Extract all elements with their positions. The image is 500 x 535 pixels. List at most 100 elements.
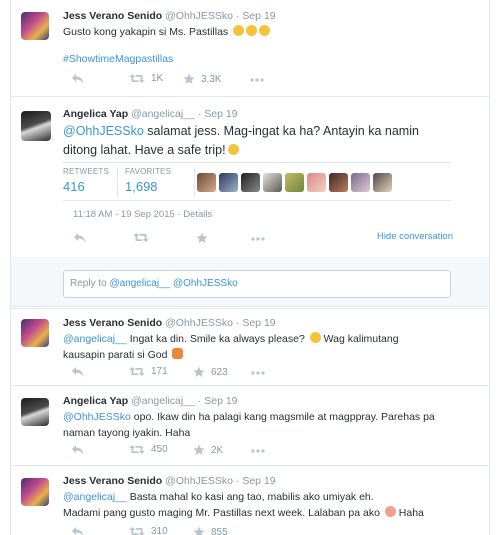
tweet-text: Gusto kong yakapin si Ms. Pastillas — [63, 24, 463, 40]
retweet-icon[interactable] — [133, 232, 149, 243]
favorite-star-icon — [193, 366, 205, 378]
favorite-action[interactable]: 623 — [193, 366, 228, 378]
stats-divider — [194, 167, 195, 197]
tweet-text-content: Ingat ka din. Smile ka always please? — [126, 333, 305, 345]
user-handle[interactable]: @angelicaj__ — [131, 395, 195, 407]
tweet-header: Angelica Yap @angelicaj__ · Sep 19 — [63, 395, 238, 407]
avatar[interactable] — [21, 398, 49, 426]
user-name[interactable]: Angelica Yap — [63, 395, 128, 407]
tweet-angelica-2[interactable]: Angelica Yap @angelicaj__ · Sep 19 @OhhJ… — [11, 386, 489, 466]
tweet-text-content: Gusto kong yakapin si Ms. Pastillas — [63, 26, 229, 38]
avatar[interactable] — [21, 319, 49, 347]
favoriter-avatar[interactable] — [373, 173, 392, 192]
retweet-action[interactable]: 310 — [129, 526, 168, 535]
tweet-date[interactable]: Sep 19 — [242, 317, 275, 329]
reply-mention: @OhhJESSko — [173, 278, 238, 289]
tweet-text-content: kausapin parati si God — [63, 349, 168, 361]
more-icon[interactable] — [250, 78, 264, 82]
tweet-date[interactable]: Sep 19 — [204, 108, 237, 120]
avatar[interactable] — [21, 478, 49, 506]
mention-link[interactable]: @angelicaj__ — [63, 333, 127, 345]
emoji-icon — [246, 25, 258, 36]
favoriter-avatar[interactable] — [241, 173, 260, 192]
retweet-icon — [129, 444, 145, 455]
reply-icon[interactable] — [71, 366, 85, 378]
reply-icon[interactable] — [73, 232, 87, 244]
favoriter-avatar[interactable] — [351, 173, 370, 192]
emoji-icon — [227, 144, 239, 155]
favorite-star-icon — [193, 444, 205, 456]
emoji-icon — [259, 25, 271, 36]
favorite-star-icon[interactable] — [196, 232, 208, 244]
hide-conversation-link[interactable]: Hide conversation — [377, 231, 453, 242]
tweet-jess-1[interactable]: Jess Verano Senido @OhhJESSko · Sep 19 G… — [11, 0, 489, 97]
separator: · — [235, 317, 240, 329]
stats-divider — [117, 167, 118, 197]
favorite-action[interactable]: 3.3K — [183, 73, 222, 85]
favoriter-avatar[interactable] — [219, 173, 238, 192]
favorite-count: 623 — [211, 366, 228, 378]
user-name[interactable]: Angelica Yap — [63, 108, 128, 120]
reply-mention: @angelicaj__ — [109, 278, 171, 289]
user-handle[interactable]: @OhhJESSko — [165, 317, 233, 329]
tweet-jess-2[interactable]: Jess Verano Senido @OhhJESSko · Sep 19 @… — [11, 308, 489, 386]
tweet-date[interactable]: Sep 19 — [204, 395, 237, 407]
user-handle[interactable]: @OhhJESSko — [165, 10, 233, 22]
tweet-header: Jess Verano Senido @OhhJESSko · Sep 19 — [63, 317, 276, 329]
user-name[interactable]: Jess Verano Senido — [63, 475, 162, 487]
favorite-action[interactable]: 855 — [193, 526, 228, 535]
retweet-icon — [129, 366, 145, 377]
tweet-text-content: Madami pang gusto maging Mr. Pastillas n… — [63, 507, 380, 519]
retweet-action[interactable]: 450 — [129, 444, 168, 455]
avatar[interactable] — [21, 111, 51, 141]
reply-prefix: Reply to — [70, 278, 110, 289]
reply-input[interactable]: Reply to @angelicaj__ @OhhJESSko — [63, 270, 451, 298]
separator: · — [235, 475, 240, 487]
user-name[interactable]: Jess Verano Senido — [63, 10, 162, 22]
favorite-count: 2K — [211, 444, 224, 456]
tweet-header: Jess Verano Senido @OhhJESSko · Sep 19 — [63, 475, 276, 487]
favorite-action[interactable]: 2K — [193, 444, 223, 456]
more-icon[interactable] — [251, 371, 265, 375]
stats-top-divider — [63, 162, 451, 163]
avatar[interactable] — [21, 12, 49, 40]
retweet-action[interactable]: 171 — [129, 366, 168, 377]
mention-link[interactable]: @OhhJESSko — [63, 411, 131, 423]
tweet-text: @angelicaj__ Ingat ka din. Smile ka alwa… — [63, 331, 463, 363]
reply-icon[interactable] — [71, 73, 85, 85]
tweet-timestamp[interactable]: 11:18 AM - 19 Sep 2015 · Details — [73, 209, 212, 220]
user-name[interactable]: Jess Verano Senido — [63, 317, 162, 329]
stats-bottom-divider — [63, 200, 451, 201]
retweet-icon — [129, 526, 145, 535]
favoriter-avatar[interactable] — [329, 173, 348, 192]
more-icon[interactable] — [251, 449, 265, 453]
reply-icon[interactable] — [71, 526, 85, 535]
retweets-stat[interactable]: RETWEETS 416 — [63, 167, 109, 194]
favorite-count: 855 — [211, 526, 228, 535]
reply-icon[interactable] — [71, 444, 85, 456]
more-icon[interactable] — [251, 237, 265, 241]
hashtag-link[interactable]: #ShowtimeMagpastillas — [63, 51, 463, 67]
user-handle[interactable]: @OhhJESSko — [165, 475, 233, 487]
retweet-action[interactable]: 1K — [129, 73, 163, 84]
mention-link[interactable]: @angelicaj__ — [63, 491, 127, 503]
favoriter-avatar[interactable] — [263, 173, 282, 192]
favoriter-avatar[interactable] — [197, 173, 216, 192]
retweet-count: 171 — [151, 366, 168, 377]
tweet-header: Jess Verano Senido @OhhJESSko · Sep 19 — [63, 10, 276, 22]
tweet-date[interactable]: Sep 19 — [242, 475, 275, 487]
favoriter-avatar[interactable] — [285, 173, 304, 192]
emoji-icon — [233, 25, 245, 36]
flexed-arm-emoji-icon — [384, 506, 396, 517]
tweet-angelica-expanded[interactable]: Angelica Yap @angelicaj__ · Sep 19 @OhhJ… — [11, 97, 489, 255]
tweet-jess-3[interactable]: Jess Verano Senido @OhhJESSko · Sep 19 @… — [11, 466, 489, 535]
tweet-date[interactable]: Sep 19 — [242, 10, 275, 22]
praying-hands-emoji-icon — [172, 348, 184, 359]
favorites-stat[interactable]: FAVORITES 1,698 — [125, 167, 171, 194]
user-handle[interactable]: @angelicaj__ — [131, 108, 195, 120]
tweet-text-content: Wag kalimutang — [320, 333, 399, 345]
favorite-count: 3.3K — [201, 73, 222, 85]
retweet-count: 310 — [151, 526, 168, 535]
favoriter-avatar[interactable] — [307, 173, 326, 192]
mention-link[interactable]: @OhhJESSko — [63, 124, 144, 138]
